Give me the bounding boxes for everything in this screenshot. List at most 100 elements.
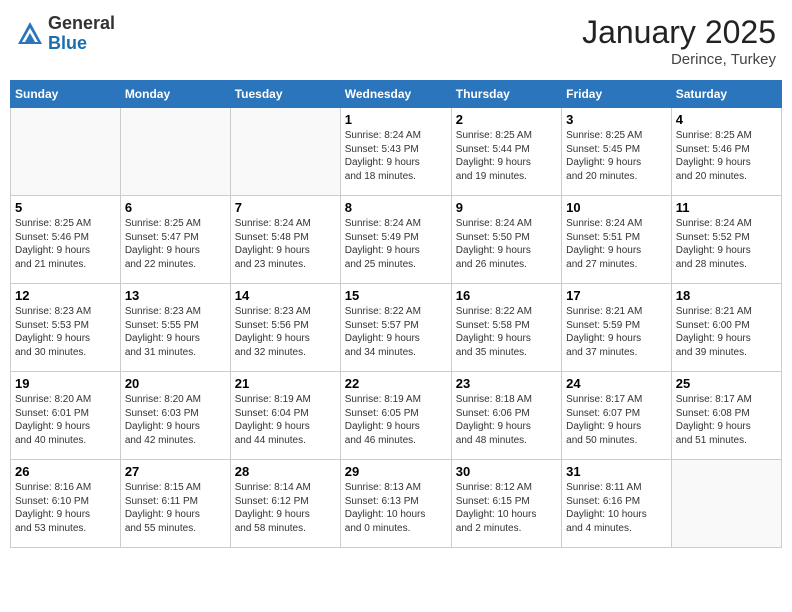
day-info: Sunrise: 8:15 AM Sunset: 6:11 PM Dayligh… bbox=[125, 481, 226, 535]
day-number: 27 bbox=[125, 464, 226, 479]
day-number: 20 bbox=[125, 376, 226, 391]
title-block: January 2025 Derince, Turkey bbox=[582, 14, 776, 68]
month-title: January 2025 bbox=[582, 14, 776, 51]
week-row: 5Sunrise: 8:25 AM Sunset: 5:46 PM Daylig… bbox=[11, 196, 782, 284]
col-tuesday: Tuesday bbox=[230, 81, 340, 108]
table-row: 15Sunrise: 8:22 AM Sunset: 5:57 PM Dayli… bbox=[340, 284, 451, 372]
col-thursday: Thursday bbox=[451, 81, 561, 108]
day-number: 13 bbox=[125, 288, 226, 303]
day-number: 8 bbox=[345, 200, 447, 215]
table-row: 29 Sunrise: 8:13 AM Sunset: 6:13 PM Dayli… bbox=[340, 460, 451, 548]
day-number: 4 bbox=[676, 112, 777, 127]
day-number: 1 bbox=[345, 112, 447, 127]
day-info: Sunrise: 8:24 AM Sunset: 5:43 PM Dayligh… bbox=[345, 129, 447, 183]
day-number: 7 bbox=[235, 200, 336, 215]
day-info: Sunrise: 8:20 AM Sunset: 6:03 PM Dayligh… bbox=[125, 393, 226, 447]
day-number: 14 bbox=[235, 288, 336, 303]
table-row: 8 Sunrise: 8:24 AM Sunset: 5:49 PM Daylig… bbox=[340, 196, 451, 284]
table-row: 16 Sunrise: 8:22 AM Sunset: 5:58 PM Dayli… bbox=[451, 284, 561, 372]
day-info: Sunrise: 8:22 AM Sunset: 5:57 PM Dayligh… bbox=[345, 305, 447, 359]
table-row: 27 Sunrise: 8:15 AM Sunset: 6:11 PM Dayli… bbox=[120, 460, 230, 548]
col-monday: Monday bbox=[120, 81, 230, 108]
table-row: 21 Sunrise: 8:19 AM Sunset: 6:04 PM Dayli… bbox=[230, 372, 340, 460]
day-info: Sunrise: 8:23 AM Sunset: 5:53 PM Dayligh… bbox=[15, 305, 116, 359]
day-number: 24 bbox=[566, 376, 667, 391]
table-row: 12Sunrise: 8:23 AM Sunset: 5:53 PM Dayli… bbox=[11, 284, 121, 372]
day-number: 17 bbox=[566, 288, 667, 303]
week-row: 1 Sunrise: 8:24 AM Sunset: 5:43 PM Daylig… bbox=[11, 108, 782, 196]
day-info: Sunrise: 8:24 AM Sunset: 5:52 PM Dayligh… bbox=[676, 217, 777, 271]
col-saturday: Saturday bbox=[671, 81, 781, 108]
calendar-table: Sunday Monday Tuesday Wednesday Thursday… bbox=[10, 80, 782, 548]
table-row: 14 Sunrise: 8:23 AM Sunset: 5:56 PM Dayli… bbox=[230, 284, 340, 372]
logo-general-text: General bbox=[48, 14, 115, 34]
day-number: 19 bbox=[15, 376, 116, 391]
day-number: 2 bbox=[456, 112, 557, 127]
day-info: Sunrise: 8:25 AM Sunset: 5:47 PM Dayligh… bbox=[125, 217, 226, 271]
day-number: 16 bbox=[456, 288, 557, 303]
table-row: 5Sunrise: 8:25 AM Sunset: 5:46 PM Daylig… bbox=[11, 196, 121, 284]
table-row: 23Sunrise: 8:18 AM Sunset: 6:06 PM Dayli… bbox=[451, 372, 561, 460]
day-info: Sunrise: 8:22 AM Sunset: 5:58 PM Dayligh… bbox=[456, 305, 557, 359]
day-info: Sunrise: 8:19 AM Sunset: 6:04 PM Dayligh… bbox=[235, 393, 336, 447]
col-friday: Friday bbox=[562, 81, 672, 108]
week-row: 26Sunrise: 8:16 AM Sunset: 6:10 PM Dayli… bbox=[11, 460, 782, 548]
day-info: Sunrise: 8:12 AM Sunset: 6:15 PM Dayligh… bbox=[456, 481, 557, 535]
day-info: Sunrise: 8:25 AM Sunset: 5:46 PM Dayligh… bbox=[676, 129, 777, 183]
day-info: Sunrise: 8:24 AM Sunset: 5:48 PM Dayligh… bbox=[235, 217, 336, 271]
day-number: 31 bbox=[566, 464, 667, 479]
table-row: 3Sunrise: 8:25 AM Sunset: 5:45 PM Daylig… bbox=[562, 108, 672, 196]
location: Derince, Turkey bbox=[582, 51, 776, 68]
table-row bbox=[11, 108, 121, 196]
table-row bbox=[671, 460, 781, 548]
table-row bbox=[120, 108, 230, 196]
table-row: 6 Sunrise: 8:25 AM Sunset: 5:47 PM Daylig… bbox=[120, 196, 230, 284]
day-number: 6 bbox=[125, 200, 226, 215]
table-row: 26Sunrise: 8:16 AM Sunset: 6:10 PM Dayli… bbox=[11, 460, 121, 548]
table-row: 30Sunrise: 8:12 AM Sunset: 6:15 PM Dayli… bbox=[451, 460, 561, 548]
table-row: 10Sunrise: 8:24 AM Sunset: 5:51 PM Dayli… bbox=[562, 196, 672, 284]
logo-text: General Blue bbox=[48, 14, 115, 54]
day-info: Sunrise: 8:13 AM Sunset: 6:13 PM Dayligh… bbox=[345, 481, 447, 535]
day-number: 21 bbox=[235, 376, 336, 391]
day-info: Sunrise: 8:19 AM Sunset: 6:05 PM Dayligh… bbox=[345, 393, 447, 447]
day-info: Sunrise: 8:21 AM Sunset: 5:59 PM Dayligh… bbox=[566, 305, 667, 359]
table-row bbox=[230, 108, 340, 196]
table-row: 20 Sunrise: 8:20 AM Sunset: 6:03 PM Dayli… bbox=[120, 372, 230, 460]
day-info: Sunrise: 8:17 AM Sunset: 6:07 PM Dayligh… bbox=[566, 393, 667, 447]
table-row: 18 Sunrise: 8:21 AM Sunset: 6:00 PM Dayli… bbox=[671, 284, 781, 372]
table-row: 13 Sunrise: 8:23 AM Sunset: 5:55 PM Dayli… bbox=[120, 284, 230, 372]
page-header: General Blue January 2025 Derince, Turke… bbox=[10, 10, 782, 72]
table-row: 2 Sunrise: 8:25 AM Sunset: 5:44 PM Daylig… bbox=[451, 108, 561, 196]
day-number: 3 bbox=[566, 112, 667, 127]
day-number: 10 bbox=[566, 200, 667, 215]
day-number: 5 bbox=[15, 200, 116, 215]
day-info: Sunrise: 8:21 AM Sunset: 6:00 PM Dayligh… bbox=[676, 305, 777, 359]
day-info: Sunrise: 8:11 AM Sunset: 6:16 PM Dayligh… bbox=[566, 481, 667, 535]
logo: General Blue bbox=[16, 14, 115, 54]
col-sunday: Sunday bbox=[11, 81, 121, 108]
day-number: 25 bbox=[676, 376, 777, 391]
day-number: 22 bbox=[345, 376, 447, 391]
table-row: 1 Sunrise: 8:24 AM Sunset: 5:43 PM Daylig… bbox=[340, 108, 451, 196]
day-info: Sunrise: 8:24 AM Sunset: 5:50 PM Dayligh… bbox=[456, 217, 557, 271]
week-row: 19Sunrise: 8:20 AM Sunset: 6:01 PM Dayli… bbox=[11, 372, 782, 460]
table-row: 19Sunrise: 8:20 AM Sunset: 6:01 PM Dayli… bbox=[11, 372, 121, 460]
day-number: 29 bbox=[345, 464, 447, 479]
table-row: 4 Sunrise: 8:25 AM Sunset: 5:46 PM Daylig… bbox=[671, 108, 781, 196]
day-number: 18 bbox=[676, 288, 777, 303]
table-row: 11Sunrise: 8:24 AM Sunset: 5:52 PM Dayli… bbox=[671, 196, 781, 284]
table-row: 9Sunrise: 8:24 AM Sunset: 5:50 PM Daylig… bbox=[451, 196, 561, 284]
logo-icon bbox=[16, 20, 44, 48]
day-info: Sunrise: 8:18 AM Sunset: 6:06 PM Dayligh… bbox=[456, 393, 557, 447]
day-info: Sunrise: 8:23 AM Sunset: 5:55 PM Dayligh… bbox=[125, 305, 226, 359]
day-info: Sunrise: 8:25 AM Sunset: 5:44 PM Dayligh… bbox=[456, 129, 557, 183]
logo-blue-text: Blue bbox=[48, 34, 115, 54]
table-row: 28Sunrise: 8:14 AM Sunset: 6:12 PM Dayli… bbox=[230, 460, 340, 548]
table-row: 7 Sunrise: 8:24 AM Sunset: 5:48 PM Daylig… bbox=[230, 196, 340, 284]
day-number: 26 bbox=[15, 464, 116, 479]
day-info: Sunrise: 8:24 AM Sunset: 5:49 PM Dayligh… bbox=[345, 217, 447, 271]
table-row: 22 Sunrise: 8:19 AM Sunset: 6:05 PM Dayli… bbox=[340, 372, 451, 460]
weekday-header-row: Sunday Monday Tuesday Wednesday Thursday… bbox=[11, 81, 782, 108]
day-info: Sunrise: 8:23 AM Sunset: 5:56 PM Dayligh… bbox=[235, 305, 336, 359]
